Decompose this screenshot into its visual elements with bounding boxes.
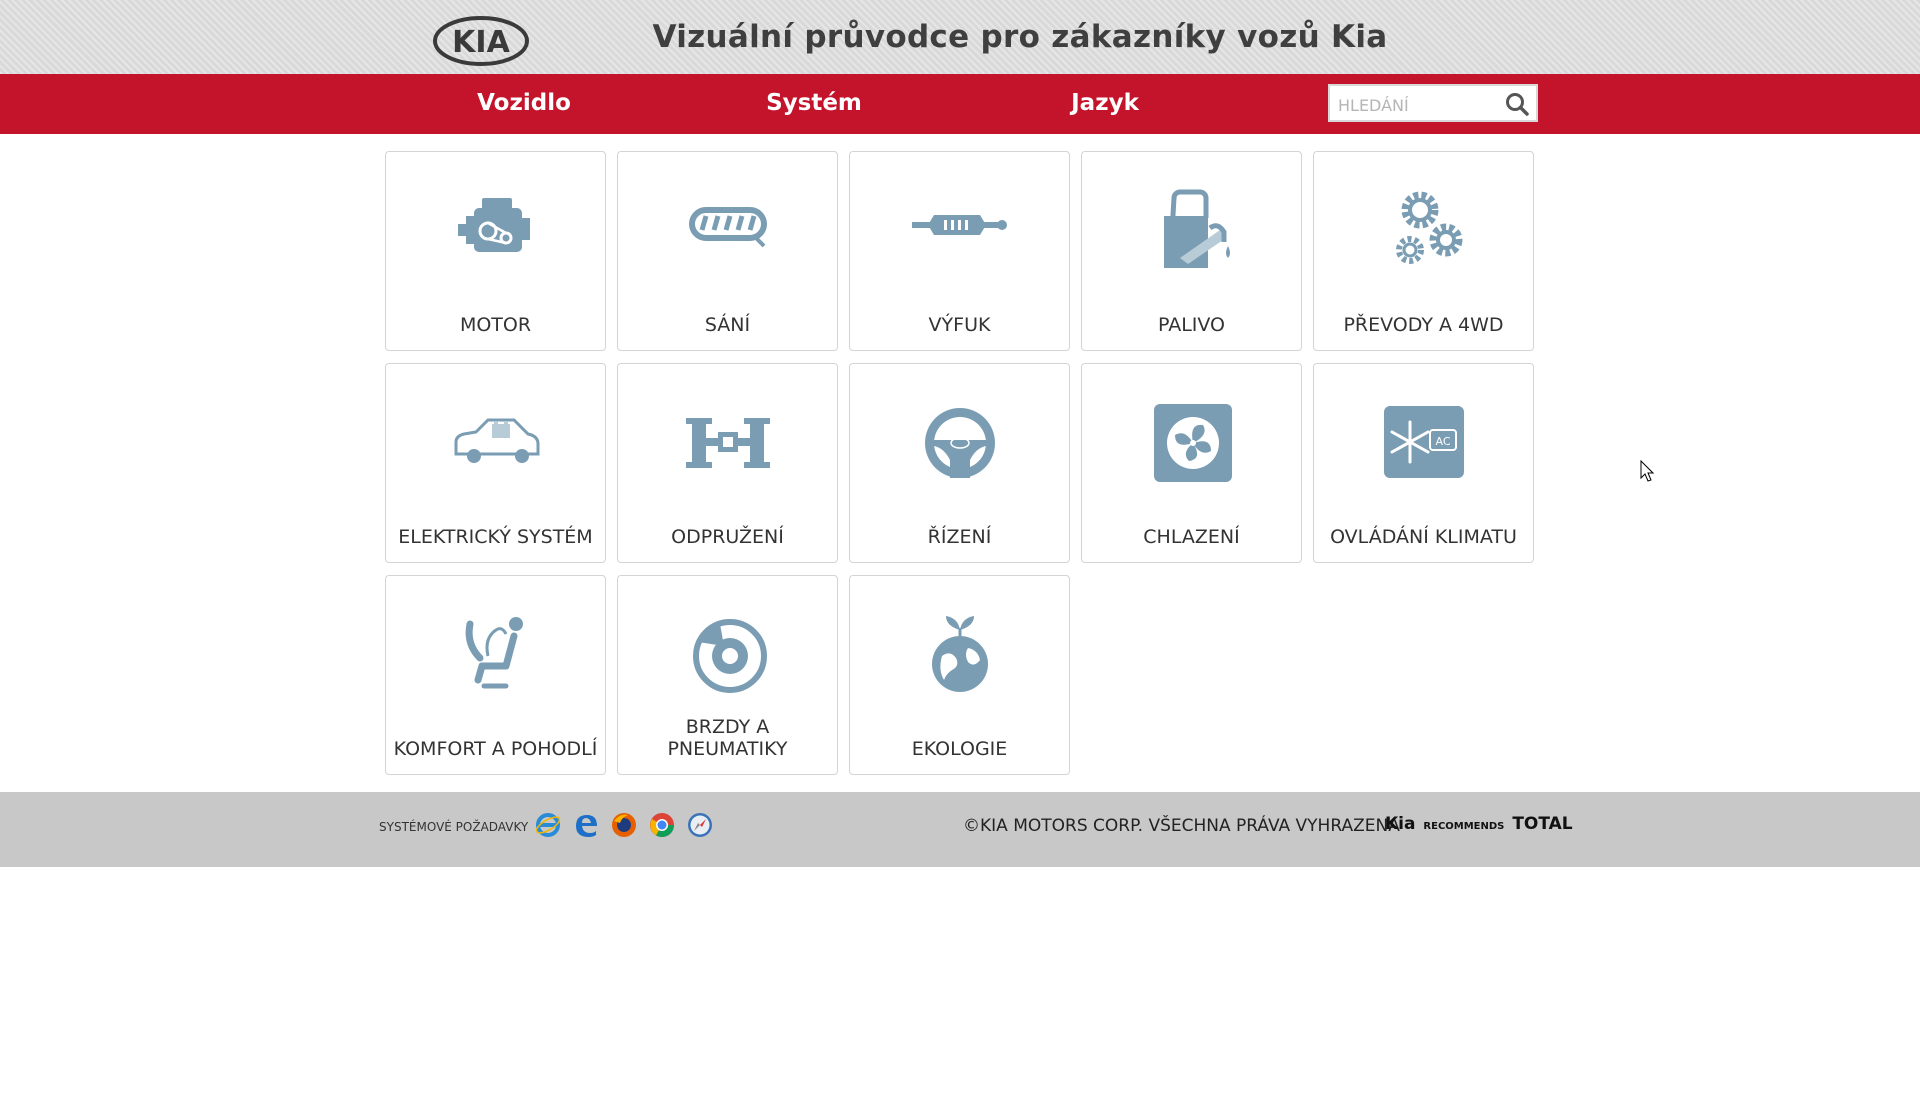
safari-icon[interactable] xyxy=(686,811,714,839)
steering-wheel-icon xyxy=(925,408,995,478)
tile-label: KOMFORT A POHODLÍ xyxy=(393,738,598,760)
tile-label: BRZDY A PNEUMATIKY xyxy=(667,716,788,760)
tile-ekologie[interactable]: EKOLOGIE xyxy=(849,575,1070,775)
exhaust-icon xyxy=(912,215,1007,235)
tile-elektricky-system[interactable]: ELEKTRICKÝ SYSTÉM xyxy=(385,363,606,563)
copyright-text: ©KIA MOTORS CORP. VŠECHNA PRÁVA VYHRAZEN… xyxy=(963,816,1400,836)
search-box xyxy=(1328,84,1538,122)
engine-icon xyxy=(458,198,530,252)
page-title: Vizuální průvodce pro zákazníky vozů Kia xyxy=(652,19,1388,55)
mouse-cursor-icon xyxy=(1640,460,1654,482)
chrome-icon[interactable] xyxy=(648,811,676,839)
tile-label: VÝFUK xyxy=(928,314,991,336)
climate-ac-icon: AC xyxy=(1384,406,1464,478)
category-grid: MOTOR SÁNÍ VÝFUK PALIVO PŘEVODY A 4WD EL… xyxy=(385,151,1535,777)
search-icon[interactable] xyxy=(1504,91,1530,117)
tile-label: OVLÁDÁNÍ KLIMATU xyxy=(1330,526,1517,548)
kia-logo[interactable]: KIA xyxy=(432,15,530,67)
ie10-icon[interactable] xyxy=(534,811,562,839)
gears-icon xyxy=(1396,191,1463,264)
kia-recommends-total-logo: Kia RECOMMENDS TOTAL xyxy=(1385,814,1573,834)
brake-disc-icon xyxy=(693,619,767,693)
tile-label: SÁNÍ xyxy=(704,314,751,336)
tile-palivo[interactable]: PALIVO xyxy=(1081,151,1302,351)
main-nav: Vozidlo Systém Jazyk xyxy=(0,74,1920,134)
nav-item-vozidlo[interactable]: Vozidlo xyxy=(414,74,634,134)
suspension-icon xyxy=(686,418,770,468)
nav-item-jazyk[interactable]: Jazyk xyxy=(995,74,1215,134)
tile-sani[interactable]: SÁNÍ xyxy=(617,151,838,351)
tile-label: EKOLOGIE xyxy=(911,738,1008,760)
eco-globe-icon xyxy=(932,616,988,692)
tile-chlazeni[interactable]: CHLAZENÍ xyxy=(1081,363,1302,563)
intake-icon xyxy=(689,207,767,248)
search-input[interactable] xyxy=(1336,92,1500,118)
tile-label: ELEKTRICKÝ SYSTÉM xyxy=(398,526,593,548)
tile-brzdy[interactable]: BRZDY A PNEUMATIKY xyxy=(617,575,838,775)
tile-label: CHLAZENÍ xyxy=(1143,526,1240,548)
tile-odpruzeni[interactable]: ODPRUŽENÍ xyxy=(617,363,838,563)
tile-rizeni[interactable]: ŘÍZENÍ xyxy=(849,363,1070,563)
tile-label: PALIVO xyxy=(1157,314,1226,336)
system-requirements-link[interactable]: SYSTÉMOVÉ POŽADAVKY xyxy=(379,820,528,834)
top-header: KIA Vizuální průvodce pro zákazníky vozů… xyxy=(0,0,1920,74)
tile-ovladani-klimatu[interactable]: AC OVLÁDÁNÍ KLIMATU xyxy=(1313,363,1534,563)
footer: SYSTÉMOVÉ POŽADAVKY ©KIA MOTORS CORP. VŠ… xyxy=(0,792,1920,867)
seat-icon xyxy=(465,617,523,689)
tile-vyfuk[interactable]: VÝFUK xyxy=(849,151,1070,351)
browser-icons xyxy=(534,811,719,841)
tile-label: PŘEVODY A 4WD xyxy=(1343,314,1504,336)
tile-komfort[interactable]: KOMFORT A POHODLÍ xyxy=(385,575,606,775)
tile-prevody[interactable]: PŘEVODY A 4WD xyxy=(1313,151,1534,351)
firefox-icon[interactable] xyxy=(610,811,638,839)
nav-item-system[interactable]: Systém xyxy=(704,74,924,134)
svg-text:KIA: KIA xyxy=(452,25,510,60)
car-battery-icon xyxy=(454,418,540,463)
tile-label: ŘÍZENÍ xyxy=(927,526,992,548)
fuel-icon xyxy=(1164,189,1230,268)
tile-label: MOTOR xyxy=(459,314,532,336)
fan-icon xyxy=(1154,404,1232,482)
tile-motor[interactable]: MOTOR xyxy=(385,151,606,351)
edge-icon[interactable] xyxy=(572,811,600,839)
svg-text:AC: AC xyxy=(1435,435,1450,448)
tile-label: ODPRUŽENÍ xyxy=(671,526,784,548)
